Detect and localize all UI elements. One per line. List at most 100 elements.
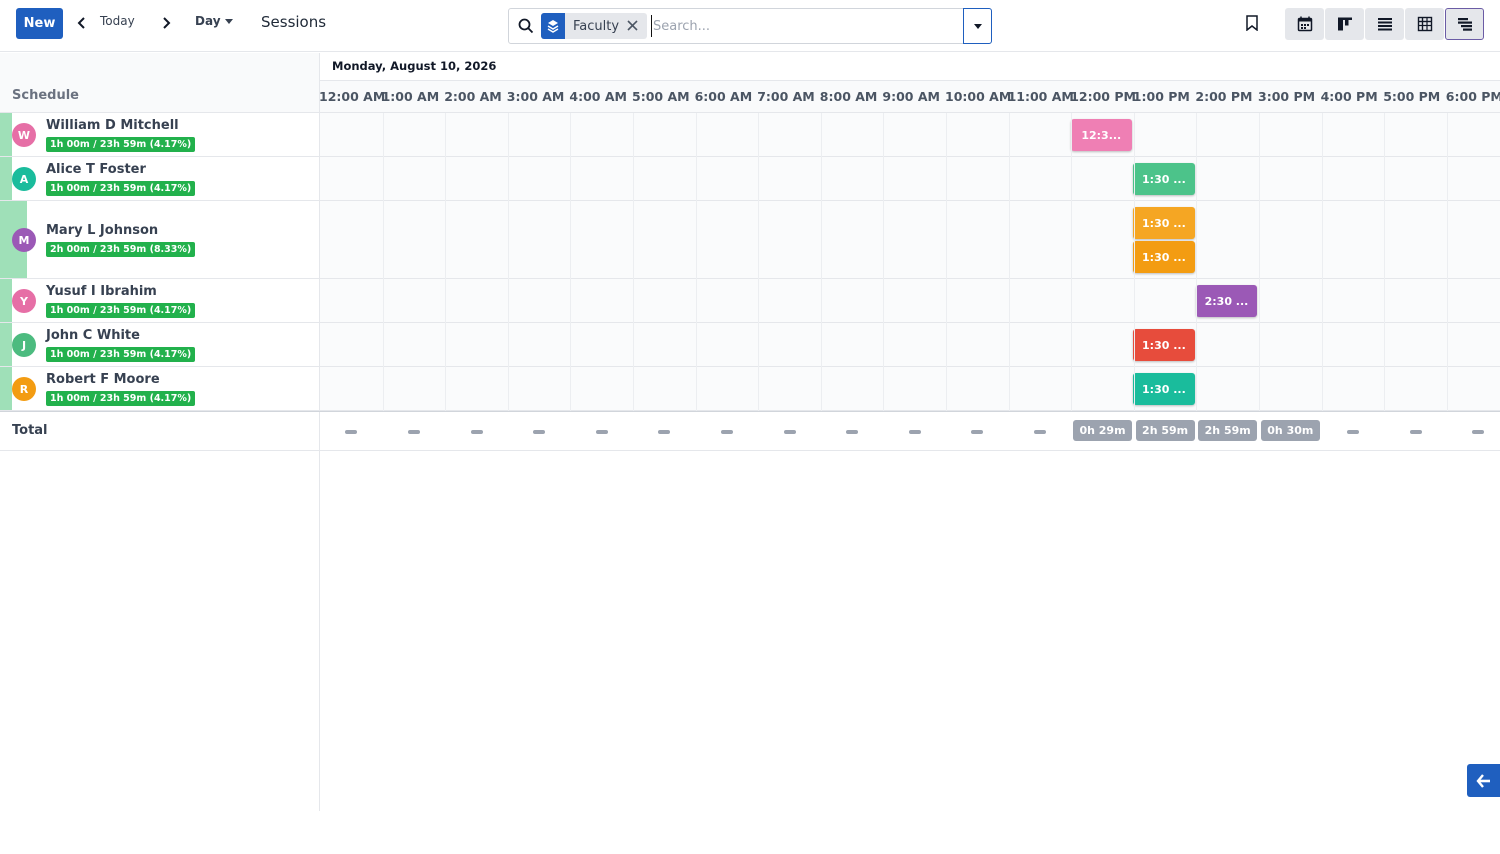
hour-gridline — [382, 113, 384, 451]
hour-gridline — [1196, 113, 1198, 451]
row-progress-strip — [0, 367, 12, 410]
search-input[interactable] — [651, 15, 961, 37]
resource-name: Alice T Foster — [46, 162, 146, 177]
hour-label: 9:00 AM — [882, 89, 940, 104]
hour-label: 12:00 PM — [1070, 89, 1136, 104]
avatar: M — [12, 228, 36, 252]
avatar: R — [12, 377, 36, 401]
allocation-badge: 1h 00m / 23h 59m (4.17%) — [46, 137, 196, 152]
search-bar: Faculty — [508, 8, 992, 44]
row-header: M Mary L Johnson 2h 00m / 23h 59m (8.33%) — [0, 201, 319, 278]
calendar-view-button[interactable] — [1285, 8, 1324, 40]
hour-gridline — [445, 113, 447, 451]
empty-total-dash — [846, 430, 859, 434]
session-pill[interactable]: 1:30 ... — [1133, 329, 1195, 361]
gantt-view-button[interactable] — [1445, 8, 1484, 40]
row-header: J John C White 1h 00m / 23h 59m (4.17%) — [0, 323, 319, 366]
resource-name: Yusuf I Ibrahim — [46, 284, 157, 299]
session-pill[interactable]: 1:30 ... — [1133, 163, 1195, 195]
empty-total-dash — [533, 430, 546, 434]
allocation-badge: 1h 00m / 23h 59m (4.17%) — [46, 391, 196, 406]
hour-gridline — [507, 113, 509, 451]
hour-label: 5:00 AM — [632, 89, 690, 104]
empty-total-dash — [1346, 430, 1359, 434]
hour-label: 4:00 AM — [569, 89, 627, 104]
side-panel-toggle[interactable] — [1467, 764, 1500, 797]
list-icon — [1377, 18, 1392, 31]
session-pill[interactable]: 1:30 ... — [1133, 241, 1195, 273]
empty-total-dash — [470, 430, 483, 434]
chevron-left-icon — [77, 17, 85, 29]
total-label: Total — [12, 423, 48, 438]
next-button[interactable] — [156, 12, 176, 34]
list-view-button[interactable] — [1365, 8, 1404, 40]
empty-total-dash — [407, 430, 420, 434]
row-timeline[interactable] — [320, 157, 1500, 200]
today-button[interactable]: Today — [100, 14, 135, 28]
caret-down-icon — [973, 23, 982, 29]
hour-gridline — [1321, 113, 1323, 451]
session-pill[interactable]: 12:3... — [1070, 119, 1133, 151]
session-pill[interactable]: 1:30 ... — [1133, 373, 1195, 405]
hour-label: 3:00 PM — [1258, 89, 1316, 104]
empty-total-dash — [971, 430, 984, 434]
empty-total-dash — [720, 430, 733, 434]
previous-button[interactable] — [72, 12, 92, 34]
row-timeline[interactable] — [320, 279, 1500, 322]
chevron-right-icon — [163, 17, 171, 29]
allocation-badge: 1h 00m / 23h 59m (4.17%) — [46, 181, 196, 196]
resource-row: M Mary L Johnson 2h 00m / 23h 59m (8.33%) 1… — [0, 201, 1500, 279]
gantt-view: Schedule Monday, August 10, 2026 12:00 A… — [0, 53, 1500, 811]
resource-name: Mary L Johnson — [46, 223, 159, 238]
row-header: Y Yusuf I Ibrahim 1h 00m / 23h 59m (4.17%) — [0, 279, 319, 322]
empty-total-dash — [1033, 430, 1046, 434]
resource-name: Robert F Moore — [46, 372, 160, 387]
hour-label: 5:00 PM — [1383, 89, 1441, 104]
pivot-view-button[interactable] — [1405, 8, 1444, 40]
row-header: W William D Mitchell 1h 00m / 23h 59m (4.1… — [0, 113, 319, 156]
session-pill[interactable]: 1:30 ... — [1133, 207, 1195, 239]
resource-row: A Alice T Foster 1h 00m / 23h 59m (4.17%) 1… — [0, 157, 1500, 201]
resource-name: John C White — [46, 328, 140, 343]
control-panel: New Today Day Sessions Faculty — [0, 0, 1500, 52]
hour-label: 4:00 PM — [1320, 89, 1378, 104]
total-cell: Total — [0, 412, 320, 450]
total-badge: 0h 29m — [1073, 420, 1132, 441]
facet-label: Faculty — [573, 18, 620, 34]
hour-gridline — [1259, 113, 1260, 451]
close-icon[interactable] — [626, 19, 639, 32]
row-timeline[interactable] — [320, 113, 1500, 156]
hour-gridline — [633, 113, 634, 451]
row-progress-strip — [0, 279, 12, 322]
avatar: A — [12, 167, 36, 191]
row-timeline[interactable] — [320, 201, 1500, 278]
resource-row: Y Yusuf I Ibrahim 1h 00m / 23h 59m (4.17%)… — [0, 279, 1500, 323]
hour-gridline — [820, 113, 822, 451]
hour-gridline — [946, 113, 947, 451]
allocation-badge: 1h 00m / 23h 59m (4.17%) — [46, 303, 196, 318]
hour-gridline — [1008, 113, 1010, 451]
caret-down-icon — [224, 18, 233, 24]
row-timeline[interactable] — [320, 323, 1500, 366]
search-options-toggle[interactable] — [963, 8, 992, 44]
empty-total-dash — [345, 430, 358, 434]
row-progress-strip — [0, 113, 12, 156]
pivot-icon — [1417, 16, 1432, 32]
layers-icon — [541, 13, 565, 39]
bookmark-icon[interactable] — [1245, 15, 1259, 31]
empty-total-dash — [1472, 430, 1485, 434]
empty-total-dash — [595, 430, 608, 434]
hour-label: 10:00 AM — [945, 89, 1012, 104]
scale-dropdown[interactable]: Day — [195, 14, 233, 28]
hour-gridline — [1071, 113, 1073, 451]
session-pill[interactable]: 2:30 ... — [1195, 285, 1258, 317]
avatar: W — [12, 123, 36, 147]
scale-label: Day — [195, 14, 221, 28]
kanban-view-button[interactable] — [1325, 8, 1364, 40]
gantt-icon — [1457, 18, 1472, 31]
new-button[interactable]: New — [16, 8, 63, 39]
row-progress-strip — [0, 157, 12, 200]
row-timeline[interactable] — [320, 367, 1500, 410]
allocation-badge: 2h 00m / 23h 59m (8.33%) — [46, 242, 196, 257]
hour-label: 12:00 AM — [320, 89, 386, 104]
